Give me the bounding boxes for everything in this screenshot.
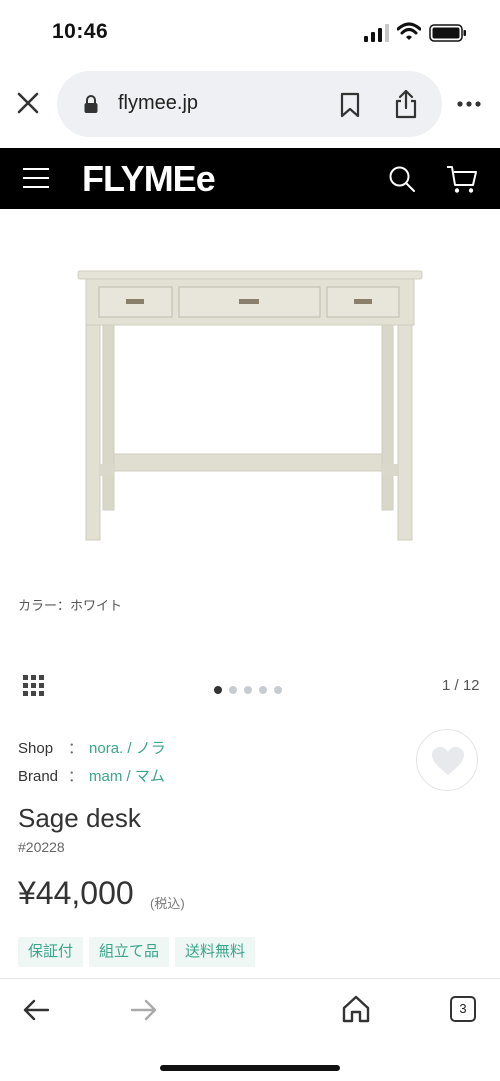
status-time: 10:46 [52, 20, 109, 43]
carousel-dot[interactable] [214, 686, 222, 694]
site-header: FLYMEe [0, 148, 500, 209]
status-bar: 10:46 [0, 0, 500, 60]
image-caption: カラー：ホワイト [18, 598, 123, 613]
carousel-page-indicator: 1 / 12 [442, 677, 480, 694]
bookmark-icon[interactable] [339, 92, 361, 118]
tag-warranty: 保証付 [18, 937, 84, 967]
shop-separator: ： [68, 740, 84, 757]
grid-icon[interactable] [23, 675, 45, 697]
browser-address-bar: flymee.jp [0, 68, 500, 140]
product-tags: 保証付 組立て品 送料無料 [18, 937, 261, 967]
site-logo[interactable]: FLYMEe [82, 158, 216, 200]
tag-free-shipping: 送料無料 [175, 937, 256, 967]
carousel-dot[interactable] [244, 686, 252, 694]
home-icon[interactable] [341, 994, 371, 1024]
url-field[interactable]: flymee.jp [57, 71, 442, 137]
brand-separator: ： [68, 768, 84, 785]
favorite-button[interactable] [416, 729, 478, 791]
product-sku: #20228 [18, 839, 65, 855]
brand-label: Brand [18, 768, 59, 785]
shop-link[interactable]: nora. / ノラ [89, 740, 166, 757]
home-indicator [160, 1065, 340, 1071]
shop-label: Shop [18, 740, 54, 757]
carousel-dot[interactable] [274, 686, 282, 694]
shop-row: Shop ： nora. / ノラ [18, 737, 166, 758]
menu-icon[interactable] [22, 167, 50, 189]
close-icon[interactable] [14, 89, 42, 117]
wifi-icon [397, 22, 421, 40]
carousel-dots [214, 681, 289, 694]
product-price: ¥44,000 [18, 875, 134, 911]
tax-note: (税込) [150, 896, 185, 911]
share-icon[interactable] [393, 88, 419, 120]
tabs-button[interactable]: 3 [450, 996, 476, 1022]
carousel-dot[interactable] [229, 686, 237, 694]
brand-row: Brand ： mam / マム [18, 765, 165, 786]
cart-icon[interactable] [446, 164, 478, 194]
browser-toolbar: 3 [0, 978, 500, 1081]
brand-link[interactable]: mam / マム [89, 768, 165, 785]
lock-icon [84, 95, 98, 113]
forward-arrow-icon[interactable] [130, 997, 158, 1023]
search-icon[interactable] [388, 165, 416, 193]
heart-icon [432, 747, 464, 775]
product-image[interactable] [70, 262, 430, 547]
tag-assembly: 組立て品 [89, 937, 170, 967]
back-arrow-icon[interactable] [22, 997, 50, 1023]
product-title: Sage desk [18, 803, 141, 833]
url-text: flymee.jp [118, 92, 199, 114]
carousel-dot[interactable] [259, 686, 267, 694]
cellular-signal-icon [364, 24, 389, 42]
battery-icon [429, 24, 466, 42]
more-options-icon[interactable] [456, 100, 482, 108]
